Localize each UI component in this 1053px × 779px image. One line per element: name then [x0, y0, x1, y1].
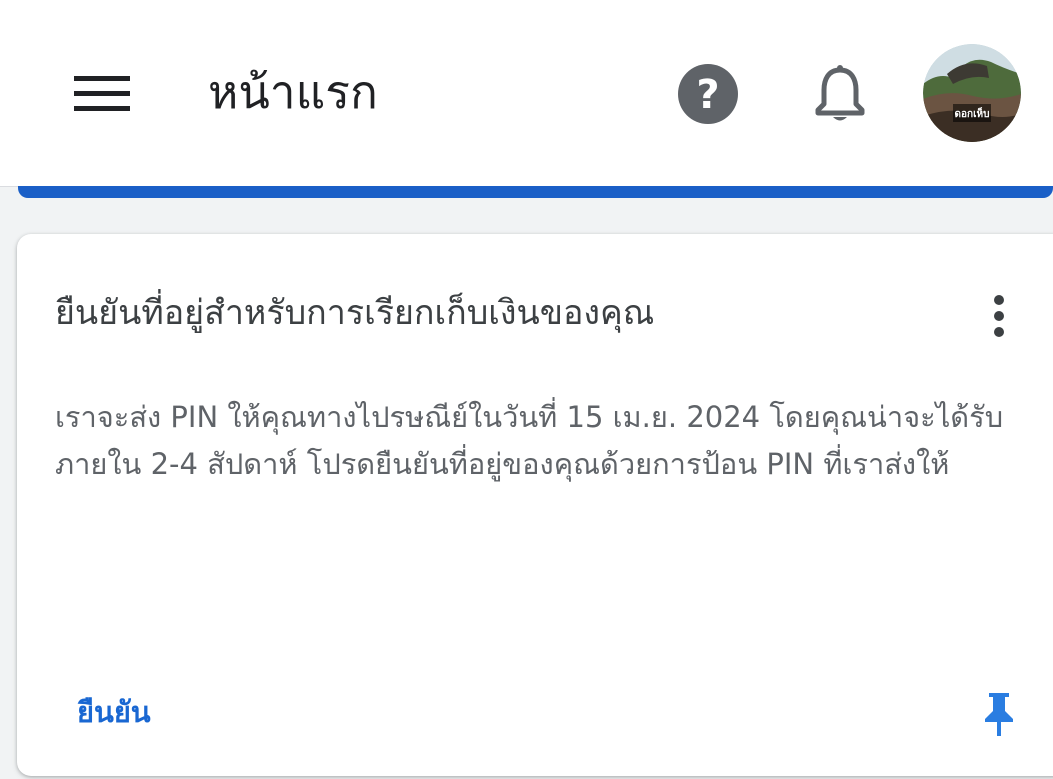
- card-title: ยืนยันที่อยู่สำหรับการเรียกเก็บเงินของคุ…: [55, 293, 655, 333]
- confirm-button[interactable]: ยืนยัน: [77, 689, 151, 735]
- more-vertical-icon: [994, 295, 1004, 337]
- card-body-text: เราจะส่ง PIN ให้คุณทางไปรษณีย์ในวันที่ 1…: [55, 400, 1004, 481]
- notifications-button[interactable]: [804, 58, 876, 130]
- pin-icon: [985, 693, 1013, 736]
- billing-address-card: ยืนยันที่อยู่สำหรับการเรียกเก็บเงินของคุ…: [17, 234, 1053, 776]
- menu-button[interactable]: [62, 58, 142, 130]
- more-options-button[interactable]: [975, 286, 1023, 346]
- page-title: หน้าแรก: [208, 65, 378, 119]
- svg-text:?: ?: [696, 72, 719, 118]
- hamburger-menu-icon: [74, 76, 130, 111]
- help-button[interactable]: ?: [672, 58, 744, 130]
- progress-bar: [18, 186, 1053, 198]
- avatar-photo: ดอกเห็บ: [923, 44, 1021, 142]
- avatar[interactable]: ดอกเห็บ: [923, 44, 1021, 142]
- help-circle-icon: ?: [678, 64, 738, 124]
- bell-icon: [815, 65, 865, 121]
- app-bar: หน้าแรก ? ดอกเห็บ: [0, 0, 1053, 187]
- pin-button[interactable]: [977, 689, 1021, 739]
- avatar-text: ดอกเห็บ: [955, 106, 990, 120]
